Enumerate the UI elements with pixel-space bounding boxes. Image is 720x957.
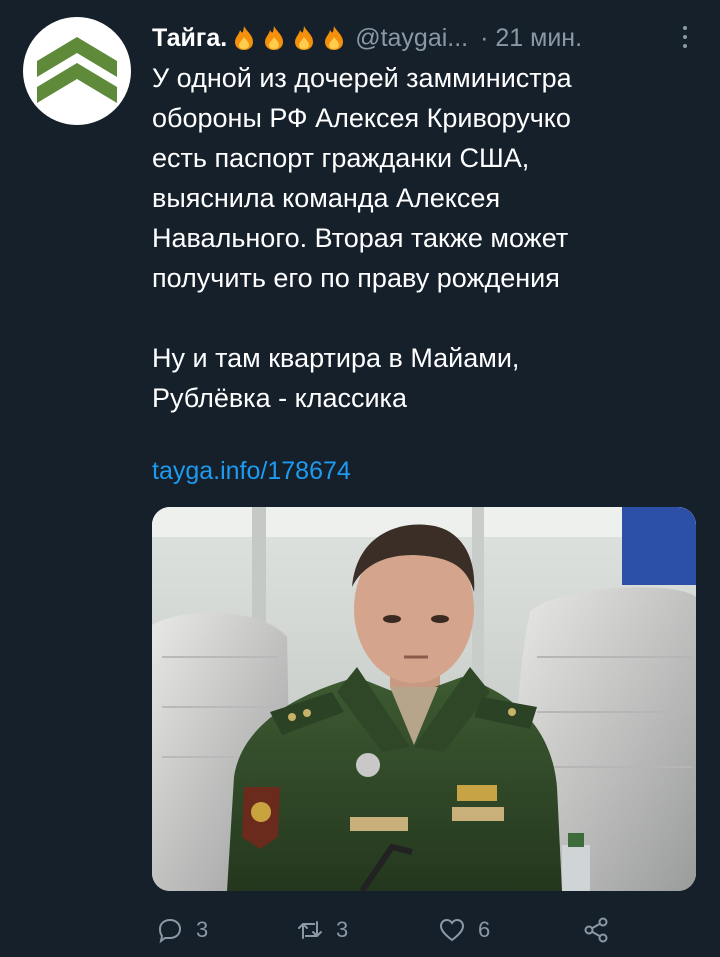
tayga-logo [37,37,117,103]
tweet-text-line: получить его по праву рождения [152,263,560,293]
reply-icon [158,918,182,944]
tweet-text-line: есть паспорт гражданки США, [152,143,530,173]
tweet-text-line: обороны РФ Алексея Криворучко [152,103,571,133]
author-handle[interactable]: @taygai... [355,24,468,53]
author-avatar[interactable] [23,17,131,125]
author-name[interactable]: Тайга. [152,24,227,53]
fire-emoji-icon [295,26,314,50]
name-emoji-group [233,25,345,51]
retweet-button[interactable]: 3 [296,912,348,948]
fire-emoji-icon [235,26,254,50]
tweet-link[interactable]: tayga.info/178674 [152,457,351,486]
fire-emoji-icon [325,26,344,50]
retweet-count: 3 [336,917,349,942]
tweet-timestamp[interactable]: · 21 мин. [480,24,582,53]
tweet-image[interactable] [152,507,696,891]
tweet-text-line: Ну и там квартира в Майами, [152,343,520,373]
tweet-text-line: Рублёвка - классика [152,383,407,413]
like-count: 6 [478,917,491,942]
officer-photo [152,507,696,891]
more-vertical-icon[interactable] [680,22,690,52]
heart-icon [439,918,465,942]
tweet-text-line: Навального. Вторая также может [152,223,569,253]
tweet-text: У одной из дочерей замминистра обороны Р… [152,58,692,418]
like-button[interactable]: 6 [438,912,490,948]
share-icon [584,917,608,943]
tweet-text-line: выяснила команда Алексея [152,183,501,213]
tweet-text-line: У одной из дочерей замминистра [152,63,572,93]
fire-emoji-icon [265,26,284,50]
tweet-header: Тайга. @taygai... · 21 мин. [152,20,692,56]
retweet-icon [298,921,322,939]
tweet-actions: 3 3 6 [152,912,692,948]
reply-count: 3 [196,917,209,942]
share-button[interactable] [582,912,610,948]
reply-button[interactable]: 3 [156,912,208,948]
